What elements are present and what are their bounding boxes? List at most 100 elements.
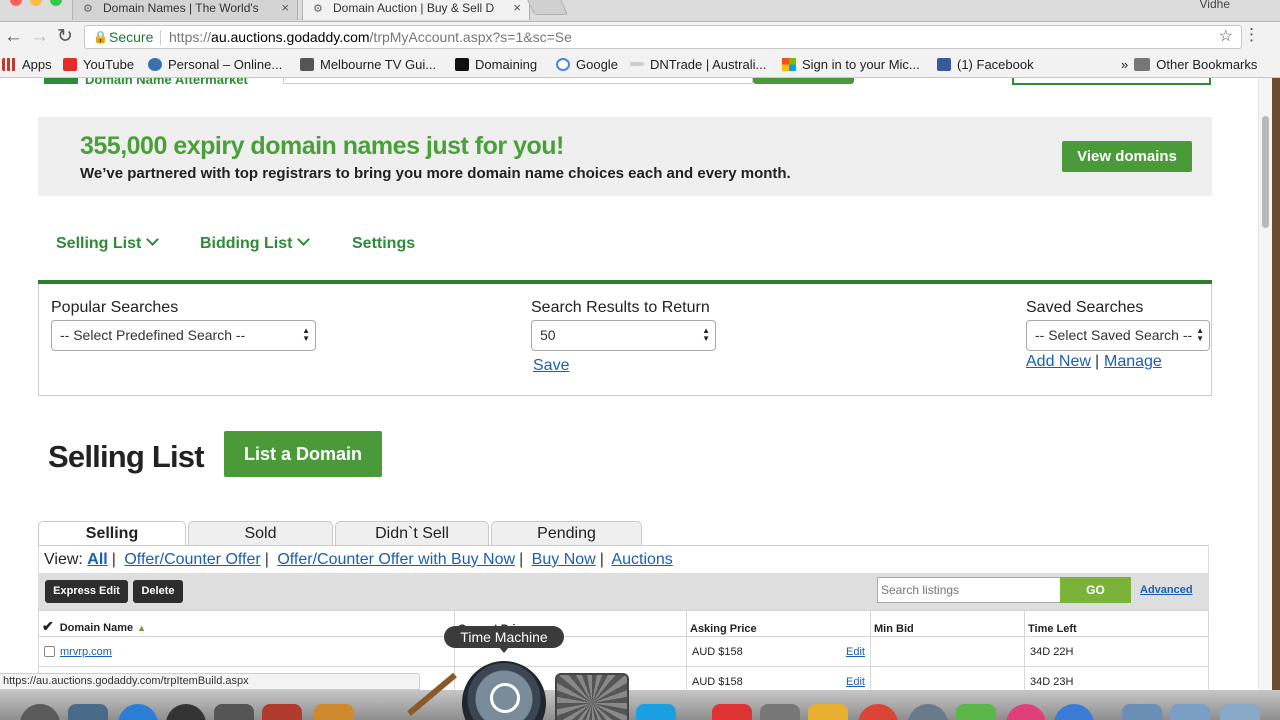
bookmark-star-icon[interactable]: ☆ — [1219, 26, 1233, 48]
address-bar[interactable]: 🔒 Secure https://au.auctions.godaddy.com… — [84, 25, 1242, 49]
back-arrow-icon[interactable]: ← — [4, 26, 23, 48]
launchpad-icon[interactable] — [166, 704, 206, 720]
maximize-window-icon[interactable] — [50, 0, 62, 6]
app-store-icon[interactable] — [908, 704, 948, 720]
forward-arrow-icon[interactable]: → — [30, 26, 49, 48]
books-icon[interactable] — [262, 704, 302, 720]
downloads-stack-icon[interactable] — [1170, 704, 1210, 720]
view-offer-buy-now-link[interactable]: Offer/Counter Offer with Buy Now — [277, 551, 515, 568]
mission-control-icon[interactable] — [68, 704, 108, 720]
min-bid-cell — [870, 666, 1025, 690]
table-header-row: ✔Domain Name▲ Current Price Asking Price… — [38, 610, 1209, 637]
edit-asking-price-link[interactable]: Edit — [846, 676, 865, 688]
bookmark-microsoft[interactable]: Sign in to your Mic... — [782, 57, 920, 72]
popular-search-select[interactable]: -- Select Predefined Search -- ▲ ▼ — [51, 320, 316, 351]
search-listings-input[interactable] — [877, 577, 1061, 603]
column-asking-price[interactable]: Asking Price — [686, 610, 871, 637]
browser-tab-domain-auction[interactable]: ⚙ Domain Auction | Buy & Sell D × — [302, 0, 530, 20]
reload-icon[interactable]: ↻ — [57, 26, 73, 48]
tab-sold[interactable]: Sold — [188, 521, 333, 545]
bookmark-google[interactable]: Google — [556, 57, 618, 72]
bookmark-personal[interactable]: Personal – Online... — [148, 57, 282, 72]
browser-app-icon[interactable] — [1054, 704, 1094, 720]
upwork-icon[interactable] — [956, 704, 996, 720]
list-a-domain-button[interactable]: List a Domain — [224, 431, 382, 477]
close-window-icon[interactable] — [10, 0, 22, 6]
view-offer-link[interactable]: Offer/Counter Offer — [124, 551, 260, 568]
url-text: https://au.auctions.godaddy.com/trpMyAcc… — [169, 29, 572, 45]
tab-pending[interactable]: Pending — [491, 521, 642, 545]
selling-list-menu[interactable]: Selling List — [56, 233, 160, 253]
column-min-bid[interactable]: Min Bid — [870, 610, 1025, 637]
search-go-button[interactable]: GO — [1060, 577, 1131, 603]
word-icon[interactable] — [636, 704, 676, 720]
acrobat-icon[interactable] — [712, 704, 752, 720]
saved-search-select[interactable]: -- Select Saved Search -- ▲ ▼ — [1026, 320, 1210, 351]
tv-icon — [300, 58, 314, 71]
header-search-button[interactable] — [753, 78, 854, 84]
documents-stack-icon[interactable] — [1220, 704, 1260, 720]
star-app-icon[interactable] — [760, 704, 800, 720]
folder-stack-icon[interactable] — [1122, 704, 1162, 720]
tab-selling[interactable]: Selling — [38, 521, 186, 546]
search-panel: Popular Searches -- Select Predefined Se… — [38, 284, 1212, 396]
photo-booth-icon[interactable] — [214, 704, 254, 720]
bookmark-dntrade[interactable]: DNTrade | Australi... — [630, 57, 766, 72]
tab-didnt-sell[interactable]: Didn`t Sell — [335, 521, 489, 545]
system-preferences-icon[interactable] — [555, 673, 629, 720]
scrollbar-thumb[interactable] — [1262, 116, 1269, 228]
tab-title: Domain Auction | Buy & Sell D — [333, 1, 495, 15]
view-domains-button[interactable]: View domains — [1062, 141, 1192, 172]
header-search-input[interactable] — [283, 78, 753, 84]
bookmark-domaining[interactable]: Domaining — [455, 57, 537, 72]
results-count-select[interactable]: 50 ▲ ▼ — [531, 320, 716, 351]
safari-icon[interactable] — [118, 704, 158, 720]
profile-name[interactable]: Vidhe — [1200, 0, 1230, 11]
chevron-down-icon — [146, 233, 160, 246]
row-checkbox[interactable] — [44, 645, 55, 657]
add-new-search-link[interactable]: Add New — [1026, 353, 1091, 371]
settings-link[interactable]: Settings — [352, 235, 415, 253]
view-buy-now-link[interactable]: Buy Now — [532, 551, 596, 568]
view-all-link[interactable]: All — [87, 551, 107, 568]
bookmark-facebook[interactable]: (1) Facebook — [937, 57, 1034, 72]
view-auctions-link[interactable]: Auctions — [611, 551, 672, 568]
bookmark-melbourne-tv[interactable]: Melbourne TV Gui... — [300, 57, 436, 72]
browser-menu-icon[interactable]: ⋮ — [1243, 25, 1260, 45]
other-bookmarks[interactable]: » Other Bookmarks — [1121, 57, 1257, 72]
double-chevron-icon: » — [1121, 57, 1129, 72]
itunes-icon[interactable] — [1006, 704, 1046, 720]
bookmark-youtube[interactable]: YouTube — [63, 57, 134, 72]
view-label: View: — [44, 551, 83, 568]
express-edit-button[interactable]: Express Edit — [45, 580, 128, 603]
dntrade-icon — [630, 62, 644, 66]
tab-close-icon[interactable]: × — [281, 0, 289, 15]
browser-tab-domain-names[interactable]: ⚙ Domain Names | The World's × — [72, 0, 298, 20]
delete-button[interactable]: Delete — [133, 580, 183, 603]
domain-link[interactable]: mrvrp.com — [60, 646, 112, 658]
save-search-link[interactable]: Save — [533, 357, 569, 375]
bidding-list-menu[interactable]: Bidding List — [200, 233, 311, 253]
minimize-window-icon[interactable] — [30, 0, 42, 6]
manage-searches-link[interactable]: Manage — [1104, 353, 1162, 371]
status-bar-url: https://au.auctions.godaddy.com/trpItemB… — [0, 673, 420, 690]
flashcard-icon[interactable] — [808, 704, 848, 720]
header-tagline: Domain Name Aftermarket — [85, 78, 248, 87]
page-scrollbar[interactable] — [1258, 78, 1272, 690]
tab-close-icon[interactable]: × — [513, 0, 521, 15]
advanced-search-link[interactable]: Advanced — [1140, 584, 1193, 596]
edit-asking-price-link[interactable]: Edit — [846, 646, 865, 658]
bookmark-apps[interactable]: Apps — [2, 57, 52, 72]
sort-ascending-icon: ▲ — [137, 623, 147, 633]
iphoto-icon[interactable] — [314, 704, 354, 720]
finder-icon[interactable] — [20, 704, 60, 720]
new-tab-button[interactable] — [525, 0, 569, 15]
header-account-box[interactable] — [1012, 78, 1211, 85]
chrome-icon[interactable] — [858, 704, 898, 720]
bookmarks-bar: Apps YouTube Personal – Online... Melbou… — [0, 52, 1280, 78]
column-time-left[interactable]: Time Left — [1024, 610, 1209, 637]
select-all-check-icon[interactable]: ✔ — [42, 618, 54, 635]
column-domain-name[interactable]: ✔ Domain Name ▲ — [38, 610, 455, 637]
tab-title: Domain Names | The World's — [103, 1, 259, 15]
min-bid-cell — [870, 636, 1025, 667]
